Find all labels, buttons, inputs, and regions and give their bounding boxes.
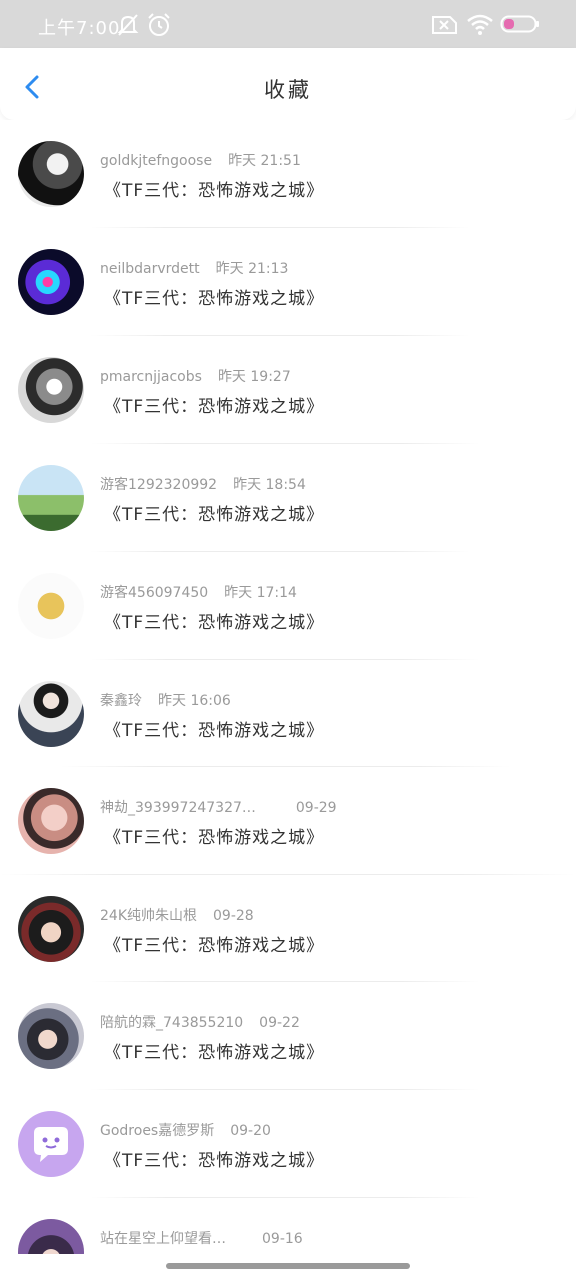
avatar[interactable] [18,1219,84,1254]
page-title: 收藏 [264,78,312,102]
timestamp: 09-28 [213,908,254,924]
item-meta: 24K纯帅朱山根 09-28 [100,905,254,925]
username: 站在星空上仰望看… [100,1231,226,1247]
favorites-list: goldkjtefngoose 昨天 21:51 《TF三代：恐怖游戏之城》 ne… [0,120,576,1254]
timestamp: 昨天 21:51 [228,153,301,169]
item-meta: Godroes嘉德罗斯 09-20 [100,1120,271,1140]
home-indicator[interactable] [166,1263,410,1269]
list-item[interactable]: neilbdarvrdett 昨天 21:13 《TF三代：恐怖游戏之城》 [0,228,576,335]
list-item[interactable]: 游客1292320992 昨天 18:54 《TF三代：恐怖游戏之城》 [0,444,576,551]
avatar[interactable] [18,681,84,747]
timestamp: 昨天 21:13 [215,261,289,277]
list-item[interactable]: 游客456097450 昨天 17:14 《TF三代：恐怖游戏之城》 [0,552,576,659]
list-item[interactable]: 陪航的霖_743855210 09-22 《TF三代：恐怖游戏之城》 [0,982,576,1089]
timestamp: 昨天 19:27 [217,369,291,385]
item-message: 《TF三代：恐怖游戏之城》 [104,181,325,201]
avatar[interactable] [18,465,84,531]
bell-off-icon [117,14,139,36]
avatar[interactable] [18,357,84,423]
item-message: 《TF三代：恐怖游戏之城》 [104,721,325,741]
sim-disabled-icon [432,16,457,34]
wifi-icon [467,14,493,35]
list-item[interactable]: 神劫_393997247327… 09-29 《TF三代：恐怖游戏之城》 [0,767,576,874]
alarm-icon [148,13,170,36]
timestamp: 09-29 [295,800,337,816]
list-item[interactable]: goldkjtefngoose 昨天 21:51 《TF三代：恐怖游戏之城》 [0,120,576,227]
list-item[interactable]: 24K纯帅朱山根 09-28 《TF三代：恐怖游戏之城》 [0,875,576,982]
header: 收藏 [0,48,576,120]
item-message: 《TF三代：恐怖游戏之城》 [104,936,325,956]
status-time: 上午7:00 [38,18,121,39]
item-message: 《TF三代：恐怖游戏之城》 [104,289,325,309]
item-meta: 陪航的霖_743855210 09-22 [100,1012,300,1032]
item-message: 《TF三代：恐怖游戏之城》 [104,613,325,633]
list-item[interactable]: 站在星空上仰望看… 09-16 [0,1198,576,1254]
avatar[interactable] [18,1111,84,1177]
item-meta: 神劫_393997247327… 09-29 [100,797,337,817]
battery-icon [500,15,539,33]
item-meta: 游客1292320992 昨天 18:54 [100,474,306,494]
item-message: 《TF三代：恐怖游戏之城》 [104,828,325,848]
timestamp: 昨天 17:14 [224,585,297,601]
timestamp: 09-20 [230,1123,271,1139]
item-meta: pmarcnjjacobs 昨天 19:27 [100,366,291,386]
avatar[interactable] [18,1003,84,1069]
timestamp: 09-22 [259,1015,300,1031]
item-meta: 秦鑫玲 昨天 16:06 [100,690,231,710]
timestamp: 09-16 [262,1231,303,1247]
username: goldkjtefngoose [100,153,213,169]
item-meta: 游客456097450 昨天 17:14 [100,582,297,602]
timestamp: 昨天 18:54 [233,477,306,493]
item-message: 《TF三代：恐怖游戏之城》 [104,397,325,417]
item-meta: 站在星空上仰望看… 09-16 [100,1228,303,1248]
avatar[interactable] [18,573,84,639]
username: 陪航的霖_743855210 [100,1015,244,1031]
item-message: 《TF三代：恐怖游戏之城》 [104,1043,325,1063]
list-item[interactable]: Godroes嘉德罗斯 09-20 《TF三代：恐怖游戏之城》 [0,1090,576,1197]
timestamp: 昨天 16:06 [158,693,231,709]
username: pmarcnjjacobs [100,369,202,385]
list-item[interactable]: 秦鑫玲 昨天 16:06 《TF三代：恐怖游戏之城》 [0,660,576,767]
item-meta: goldkjtefngoose 昨天 21:51 [100,150,301,170]
avatar[interactable] [18,141,84,207]
avatar[interactable] [18,896,84,962]
item-message: 《TF三代：恐怖游戏之城》 [104,505,325,525]
item-meta: neilbdarvrdett 昨天 21:13 [100,258,288,278]
username: 游客456097450 [100,585,209,601]
item-message: 《TF三代：恐怖游戏之城》 [104,1151,325,1171]
status-bar: 上午7:00 [0,0,576,48]
avatar[interactable] [18,249,84,315]
username: neilbdarvrdett [100,261,200,277]
username: 秦鑫玲 [100,693,142,709]
username: 神劫_393997247327… [100,800,256,816]
username: 游客1292320992 [100,477,218,493]
username: Godroes嘉德罗斯 [100,1123,215,1139]
avatar[interactable] [18,788,84,854]
chat-bubble-icon [34,1127,68,1162]
username: 24K纯帅朱山根 [100,908,197,924]
list-item[interactable]: pmarcnjjacobs 昨天 19:27 《TF三代：恐怖游戏之城》 [0,336,576,443]
